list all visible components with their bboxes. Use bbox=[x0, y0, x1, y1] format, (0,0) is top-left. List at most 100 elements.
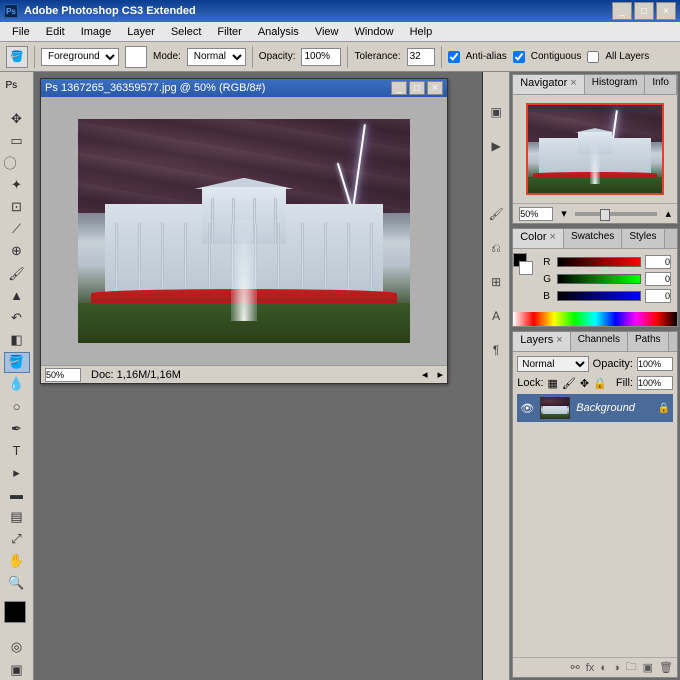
quickmask-tool[interactable]: ◎ bbox=[4, 637, 30, 658]
toolpresets-panel-icon[interactable]: ⊞ bbox=[486, 272, 506, 292]
maximize-button[interactable]: □ bbox=[634, 2, 654, 20]
dodge-tool[interactable]: ○ bbox=[4, 396, 30, 417]
tab-info[interactable]: Info bbox=[645, 75, 677, 94]
r-slider[interactable] bbox=[557, 257, 641, 267]
history-brush-tool[interactable]: ↶ bbox=[4, 307, 30, 328]
slice-tool[interactable]: ⟋ bbox=[4, 219, 30, 240]
close-button[interactable]: × bbox=[656, 2, 676, 20]
menu-layer[interactable]: Layer bbox=[119, 24, 163, 40]
g-slider[interactable] bbox=[557, 274, 641, 284]
doc-maximize-button[interactable]: □ bbox=[409, 81, 425, 95]
character-panel-icon[interactable]: A bbox=[486, 306, 506, 326]
b-slider[interactable] bbox=[557, 291, 641, 301]
link-layers-icon[interactable]: ⚯ bbox=[571, 661, 580, 674]
screenmode-tool[interactable]: ▣ bbox=[4, 659, 30, 680]
zoom-in-icon[interactable]: ▴ bbox=[665, 207, 671, 220]
layer-style-icon[interactable]: fx bbox=[586, 662, 595, 674]
tab-swatches[interactable]: Swatches bbox=[564, 229, 622, 248]
g-input[interactable] bbox=[645, 272, 671, 286]
mode-select[interactable]: Normal bbox=[187, 48, 246, 66]
tab-channels[interactable]: Channels bbox=[571, 332, 628, 351]
r-input[interactable] bbox=[645, 255, 671, 269]
contiguous-checkbox[interactable] bbox=[513, 51, 525, 63]
menu-help[interactable]: Help bbox=[402, 24, 441, 40]
paragraph-panel-icon[interactable]: ¶ bbox=[486, 340, 506, 360]
b-input[interactable] bbox=[645, 289, 671, 303]
lasso-tool[interactable]: ⃝ bbox=[4, 152, 30, 173]
eraser-tool[interactable]: ◧ bbox=[4, 329, 30, 350]
actions-panel-icon[interactable]: ▶ bbox=[486, 136, 506, 156]
menu-image[interactable]: Image bbox=[73, 24, 120, 40]
foreground-color-swatch[interactable] bbox=[4, 601, 26, 623]
pen-tool[interactable]: ✒ bbox=[4, 418, 30, 439]
pattern-swatch[interactable] bbox=[125, 46, 147, 68]
fill-source-select[interactable]: Foreground bbox=[41, 48, 119, 66]
tab-styles[interactable]: Styles bbox=[622, 229, 664, 248]
doc-minimize-button[interactable]: _ bbox=[391, 81, 407, 95]
path-select-tool[interactable]: ▸ bbox=[4, 462, 30, 483]
lock-pixels-icon[interactable]: 🖌 bbox=[562, 377, 576, 390]
doc-close-button[interactable]: × bbox=[427, 81, 443, 95]
paint-bucket-tool[interactable]: 🪣 bbox=[4, 352, 30, 373]
type-tool[interactable]: T bbox=[4, 440, 30, 461]
history-panel-icon[interactable]: ▣ bbox=[486, 102, 506, 122]
navigator-zoom-input[interactable] bbox=[519, 207, 553, 221]
new-layer-icon[interactable]: ▣ bbox=[643, 661, 653, 674]
tab-histogram[interactable]: Histogram bbox=[585, 75, 646, 94]
marquee-tool[interactable]: ▭ bbox=[4, 130, 30, 151]
crop-tool[interactable]: ⊡ bbox=[4, 197, 30, 218]
shape-tool[interactable]: ▬ bbox=[4, 484, 30, 505]
group-icon[interactable]: 🗀 bbox=[626, 658, 637, 677]
menu-select[interactable]: Select bbox=[163, 24, 210, 40]
scroll-left-icon[interactable]: ◂ bbox=[422, 368, 428, 381]
notes-tool[interactable]: ▤ bbox=[4, 506, 30, 527]
visibility-icon[interactable]: 👁 bbox=[520, 402, 534, 415]
stamp-tool[interactable]: ▲ bbox=[4, 285, 30, 306]
alllayers-checkbox[interactable] bbox=[587, 51, 599, 63]
heal-tool[interactable]: ⊕ bbox=[4, 241, 30, 262]
blur-tool[interactable]: 💧 bbox=[4, 374, 30, 395]
color-bg-swatch[interactable] bbox=[519, 261, 533, 275]
tab-navigator[interactable]: Navigator× bbox=[513, 75, 585, 94]
scroll-right-icon[interactable]: ▸ bbox=[437, 368, 443, 381]
menu-analysis[interactable]: Analysis bbox=[250, 24, 307, 40]
brush-tool[interactable]: 🖌 bbox=[4, 263, 30, 284]
wand-tool[interactable]: ✦ bbox=[4, 175, 30, 196]
tolerance-input[interactable] bbox=[407, 48, 435, 66]
clone-panel-icon[interactable]: ⎌ bbox=[486, 238, 506, 258]
lock-position-icon[interactable]: ✥ bbox=[580, 377, 589, 390]
tab-paths[interactable]: Paths bbox=[628, 332, 669, 351]
menu-view[interactable]: View bbox=[307, 24, 347, 40]
opacity-input[interactable] bbox=[301, 48, 341, 66]
tab-color[interactable]: Color× bbox=[513, 229, 564, 248]
eyedropper-tool[interactable]: ⤢ bbox=[4, 529, 30, 550]
navigator-zoom-slider[interactable] bbox=[575, 212, 658, 216]
menu-edit[interactable]: Edit bbox=[38, 24, 73, 40]
layer-row[interactable]: 👁 Background 🔒 bbox=[517, 394, 673, 422]
lock-all-icon[interactable]: 🔒 bbox=[593, 377, 607, 390]
zoom-tool[interactable]: 🔍 bbox=[4, 573, 30, 594]
zoom-out-icon[interactable]: ▾ bbox=[561, 207, 567, 220]
blend-mode-select[interactable]: Normal bbox=[517, 356, 588, 372]
menu-window[interactable]: Window bbox=[346, 24, 401, 40]
tab-layers[interactable]: Layers× bbox=[513, 332, 570, 351]
lock-transparency-icon[interactable]: ▦ bbox=[548, 377, 558, 390]
layer-mask-icon[interactable]: ◐ bbox=[600, 662, 607, 674]
layer-opacity-input[interactable] bbox=[637, 357, 673, 371]
navigator-thumbnail[interactable] bbox=[526, 103, 664, 195]
move-tool[interactable]: ✥ bbox=[4, 108, 30, 129]
canvas[interactable] bbox=[41, 97, 447, 365]
adjustment-layer-icon[interactable]: ◑ bbox=[613, 662, 620, 674]
menu-filter[interactable]: Filter bbox=[209, 24, 249, 40]
antialias-checkbox[interactable] bbox=[448, 51, 460, 63]
doc-zoom-input[interactable] bbox=[45, 368, 81, 382]
hand-tool[interactable]: ✋ bbox=[4, 551, 30, 572]
delete-layer-icon[interactable]: 🗑 bbox=[659, 661, 673, 674]
minimize-button[interactable]: _ bbox=[612, 2, 632, 20]
brushes-panel-icon[interactable]: 🖌 bbox=[486, 204, 506, 224]
document-titlebar[interactable]: Ps 1367265_36359577.jpg @ 50% (RGB/8#) _… bbox=[41, 79, 447, 97]
paint-bucket-icon[interactable]: 🪣 bbox=[6, 46, 28, 68]
menu-file[interactable]: File bbox=[4, 24, 38, 40]
fill-input[interactable] bbox=[637, 376, 673, 390]
color-spectrum[interactable] bbox=[513, 312, 677, 326]
